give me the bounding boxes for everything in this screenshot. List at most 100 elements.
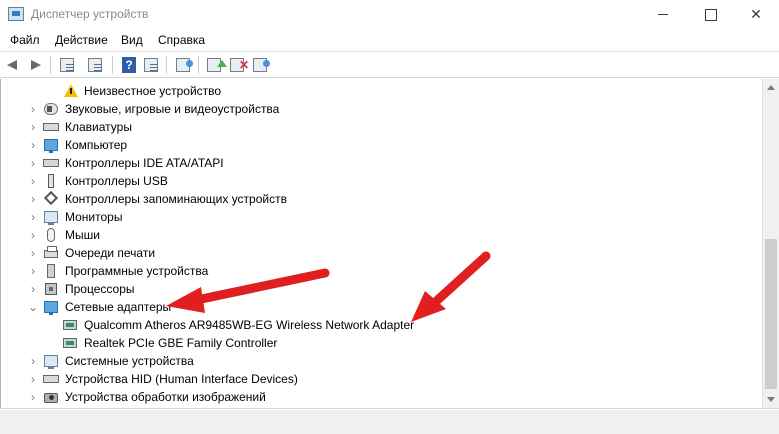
tree-item-sound[interactable]: › Звуковые, игровые и видеоустройства	[1, 100, 751, 118]
tree-item-label: Устройства обработки изображений	[65, 390, 266, 404]
monitor-icon	[43, 209, 59, 225]
properties-button[interactable]	[58, 56, 76, 74]
tree-item-imaging-devices[interactable]: › Устройства обработки изображений	[1, 388, 751, 406]
tree-item-print-queues[interactable]: › Очереди печати	[1, 244, 751, 262]
tree-item-storage[interactable]: › Контроллеры запоминающих устройств	[1, 190, 751, 208]
tree-item-mice[interactable]: › Мыши	[1, 226, 751, 244]
tree-item-system-devices[interactable]: › Системные устройства	[1, 352, 751, 370]
chevron-right-icon[interactable]: ›	[27, 156, 39, 170]
chevron-right-icon[interactable]: ›	[27, 138, 39, 152]
tree-item-monitors[interactable]: › Мониторы	[1, 208, 751, 226]
menu-file[interactable]: Файл	[10, 33, 40, 47]
software-device-icon	[43, 263, 59, 279]
tree-item-label: Мониторы	[65, 210, 123, 224]
uninstall-device-icon: ✕	[230, 58, 249, 72]
tree-item-label: Realtek PCIe GBE Family Controller	[84, 336, 278, 350]
update-driver-icon	[207, 58, 227, 72]
chevron-right-icon[interactable]: ›	[27, 264, 39, 278]
tree-item-software-devices[interactable]: › Программные устройства	[1, 262, 751, 280]
tree-item-usb[interactable]: › Контроллеры USB	[1, 172, 751, 190]
chevron-right-icon[interactable]: ›	[27, 192, 39, 206]
tree-item-processors[interactable]: › Процессоры	[1, 280, 751, 298]
chevron-right-icon[interactable]: ›	[27, 120, 39, 134]
tree-item-qualcomm-adapter[interactable]: Qualcomm Atheros AR9485WB-EG Wireless Ne…	[1, 316, 751, 334]
menu-help[interactable]: Справка	[158, 33, 205, 47]
device-manager-icon	[8, 7, 24, 21]
scroll-up-icon[interactable]	[767, 85, 775, 90]
details-icon	[144, 58, 158, 72]
tree-item-label: Очереди печати	[65, 246, 156, 260]
speaker-icon	[43, 101, 59, 117]
tree-item-label: Сетевые адаптеры	[65, 300, 172, 314]
warning-icon	[62, 83, 78, 99]
title-bar: Диспетчер устройств ✕	[0, 0, 779, 30]
status-bar-divider	[0, 409, 779, 410]
forward-button[interactable]	[26, 56, 44, 74]
tree-item-label: Звуковые, игровые и видеоустройства	[65, 102, 280, 116]
chevron-right-icon[interactable]: ›	[27, 228, 39, 242]
forward-arrow-icon	[31, 60, 41, 70]
hid-device-icon	[43, 371, 59, 387]
tree-item-label: Компьютер	[65, 138, 128, 152]
tree-item-keyboards[interactable]: › Клавиатуры	[1, 118, 751, 136]
tree-item-label: Системные устройства	[65, 354, 194, 368]
update-driver-button[interactable]	[205, 56, 227, 74]
vertical-scrollbar[interactable]	[762, 79, 779, 408]
enable-device-button[interactable]	[251, 56, 270, 74]
chevron-right-icon[interactable]: ›	[27, 174, 39, 188]
storage-controller-icon	[43, 190, 59, 207]
details-button[interactable]	[142, 56, 160, 74]
chevron-right-icon[interactable]: ›	[27, 390, 39, 404]
properties-icon	[60, 58, 74, 72]
device-tree: Неизвестное устройство › Звуковые, игров…	[0, 79, 762, 408]
back-arrow-icon	[7, 60, 17, 70]
list-button[interactable]	[86, 56, 104, 74]
ide-controller-icon	[43, 155, 59, 171]
chevron-right-icon[interactable]: ›	[27, 372, 39, 386]
tree-item-ide[interactable]: › Контроллеры IDE ATA/ATAPI	[1, 154, 751, 172]
tree-item-unknown-device[interactable]: Неизвестное устройство	[1, 82, 751, 100]
chevron-right-icon[interactable]: ›	[27, 210, 39, 224]
printer-icon	[43, 245, 59, 261]
uninstall-device-button[interactable]: ✕	[228, 56, 249, 74]
menu-bar: Файл Действие Вид Справка	[0, 30, 779, 50]
tree-item-network-adapters[interactable]: ⌄ Сетевые адаптеры	[1, 298, 751, 316]
chevron-right-icon[interactable]: ›	[27, 282, 39, 296]
scan-hardware-button[interactable]	[174, 56, 193, 74]
camera-icon	[43, 389, 59, 405]
tree-item-label: Устройства HID (Human Interface Devices)	[65, 372, 298, 386]
keyboard-icon	[43, 119, 59, 135]
status-bar	[0, 408, 779, 434]
close-button[interactable]: ✕	[733, 0, 779, 30]
tree-item-realtek-adapter[interactable]: Realtek PCIe GBE Family Controller	[1, 334, 751, 352]
scroll-down-icon[interactable]	[767, 397, 775, 402]
scan-hardware-icon	[176, 58, 193, 72]
usb-icon	[43, 173, 59, 189]
back-button[interactable]	[4, 56, 22, 74]
tree-item-hid[interactable]: › Устройства HID (Human Interface Device…	[1, 370, 751, 388]
processor-icon	[43, 281, 59, 297]
chevron-right-icon[interactable]: ›	[27, 246, 39, 260]
minimize-button[interactable]	[640, 0, 686, 30]
tree-item-computer[interactable]: › Компьютер	[1, 136, 751, 154]
network-adapter-icon	[43, 299, 59, 315]
tree-item-label: Неизвестное устройство	[84, 84, 222, 98]
menu-action[interactable]: Действие	[55, 33, 108, 47]
maximize-button[interactable]	[687, 0, 733, 30]
tree-item-label: Контроллеры запоминающих устройств	[65, 192, 287, 206]
network-adapter-icon	[62, 335, 78, 351]
list-icon	[88, 58, 102, 72]
scrollbar-thumb[interactable]	[765, 239, 777, 389]
network-adapter-icon	[62, 317, 78, 333]
tree-item-label: Контроллеры USB	[65, 174, 168, 188]
enable-device-icon	[253, 58, 270, 72]
help-button[interactable]: ?	[120, 56, 138, 74]
computer-icon	[43, 137, 59, 153]
chevron-down-icon[interactable]: ⌄	[27, 300, 39, 314]
toolbar-separator	[50, 56, 51, 74]
tree-item-label: Процессоры	[65, 282, 135, 296]
menu-view[interactable]: Вид	[121, 33, 143, 47]
chevron-right-icon[interactable]: ›	[27, 102, 39, 116]
chevron-right-icon[interactable]: ›	[27, 354, 39, 368]
tree-item-label: Qualcomm Atheros AR9485WB-EG Wireless Ne…	[84, 318, 415, 332]
